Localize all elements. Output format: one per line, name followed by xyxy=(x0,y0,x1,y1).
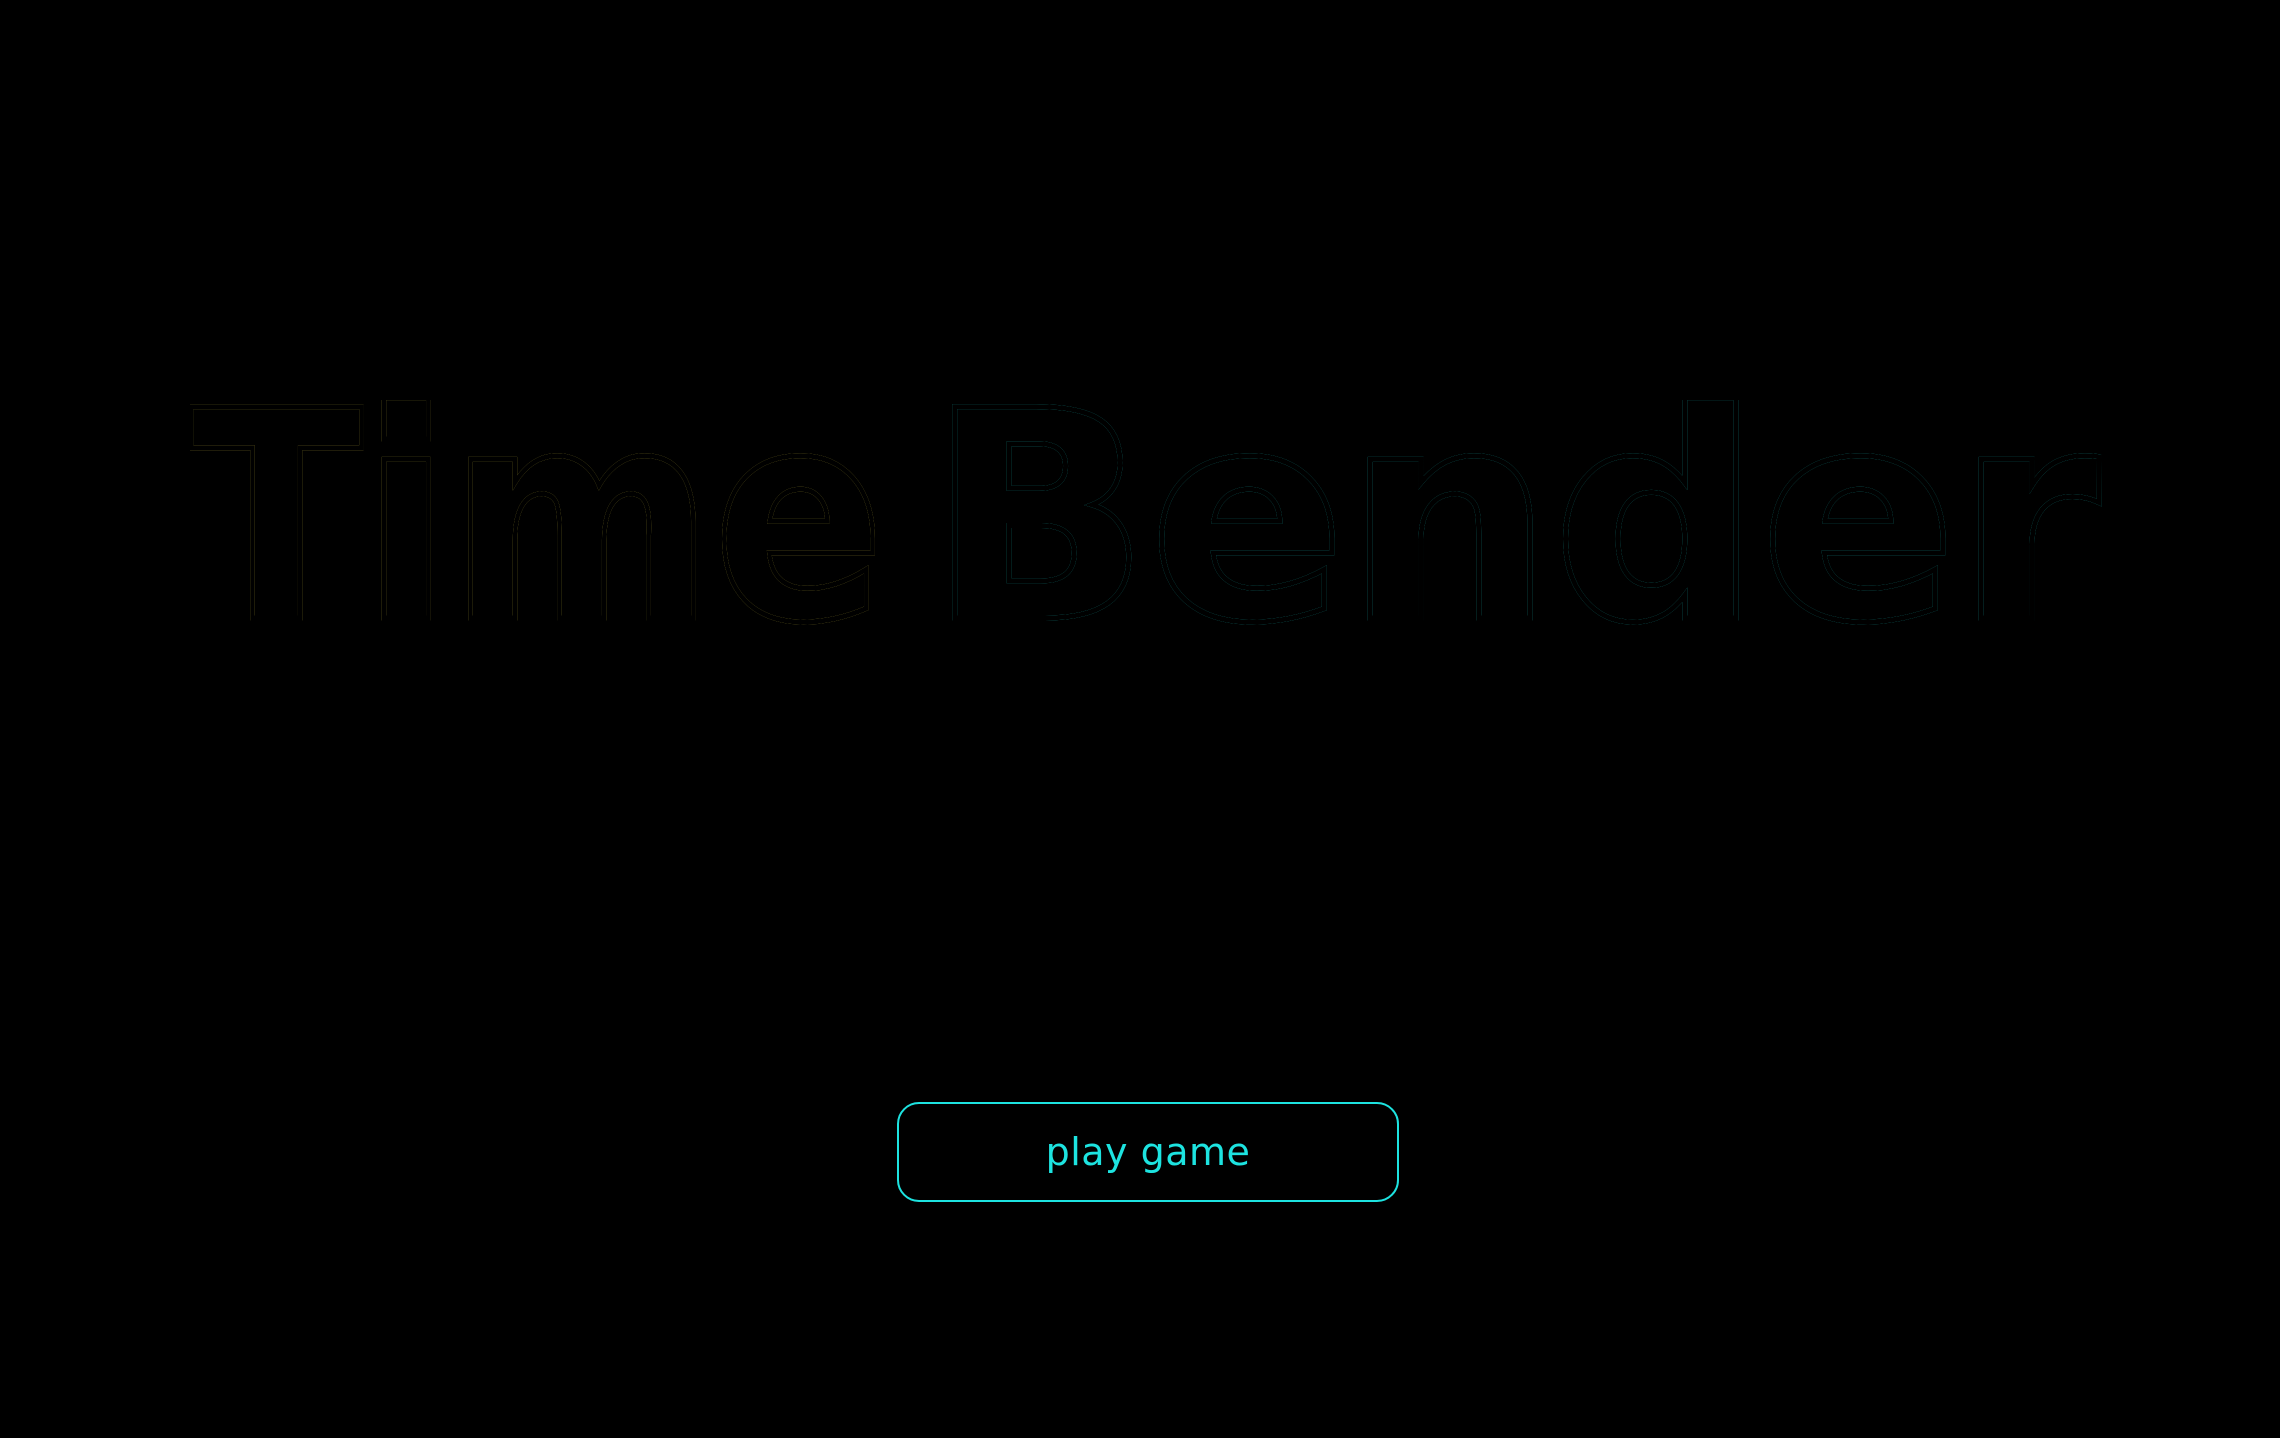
game-title-logo: Time Time Bender Bender xyxy=(190,350,2105,687)
title-word-bender-inner: Bender xyxy=(928,350,2102,687)
title-screen: Time Time Bender Bender play game xyxy=(0,0,2280,1438)
title-word-time-outer: Time xyxy=(190,350,885,687)
title-word-bender: Bender Bender xyxy=(926,350,2105,687)
title-word-time-inner: Time xyxy=(190,350,885,687)
play-game-button[interactable]: play game xyxy=(897,1102,1399,1202)
title-word-time: Time Time xyxy=(190,350,888,687)
title-word-bender-outer: Bender xyxy=(928,350,2102,687)
